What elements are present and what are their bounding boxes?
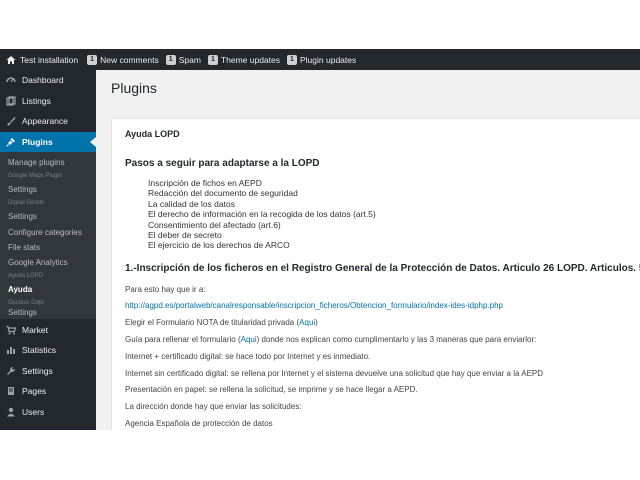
spam-label: Spam xyxy=(178,54,201,65)
sidebar-item-label: Market xyxy=(22,324,48,335)
sidebar-item-label: Plugins xyxy=(22,136,53,147)
sidebar-item-label: Pages xyxy=(22,386,47,397)
top-whitespace xyxy=(0,0,640,49)
submenu-ayuda[interactable]: Ayuda xyxy=(0,282,96,297)
paragraph: Internet + certificado digital: se hace … xyxy=(125,352,371,361)
paragraph: Internet sin certificado digital: se rel… xyxy=(125,369,544,378)
sidebar-item-label: Dashboard xyxy=(22,75,64,86)
sidebar-item-plugins[interactable]: Plugins xyxy=(0,131,96,152)
steps-title: Pasos a seguir para adaptarse a la LOPD xyxy=(125,158,320,169)
sidebar-item-label: Settings xyxy=(22,365,53,376)
submenu-heading: Osclass Gdpr xyxy=(8,300,45,307)
text: ) xyxy=(315,318,318,327)
list-item: La calidad de los datos xyxy=(148,198,235,209)
admin-bar: Test installation 1 New comments 1 Spam … xyxy=(0,49,640,70)
bar-chart-icon xyxy=(6,345,16,355)
wrench-icon xyxy=(6,366,16,376)
page-title: Plugins xyxy=(111,80,157,96)
plugin-icon xyxy=(6,137,16,147)
sidebar-item-dashboard[interactable]: Dashboard xyxy=(0,70,96,91)
count-badge: 1 xyxy=(165,54,176,65)
user-icon xyxy=(6,407,16,417)
aepd-url-link[interactable]: http://agpd.es/portalweb/canalresponsabl… xyxy=(125,301,503,310)
list-item: El derecho de información en la recogida… xyxy=(148,209,376,220)
plugins-submenu: Manage plugins Google Maps Plugin Settin… xyxy=(0,152,96,320)
paragraph: Para esto hay que ir a: xyxy=(125,285,206,294)
paragraph: Guía para rellenar el formulario (Aqui) … xyxy=(125,335,536,344)
plugin-updates-link[interactable]: 1 Plugin updates xyxy=(287,54,357,65)
text: ) donde nos explican como cumplimentarlo… xyxy=(256,335,537,344)
sidebar-item-settings[interactable]: Settings xyxy=(0,360,96,381)
sidebar-item-label: Users xyxy=(22,406,45,417)
main-content: Plugins Ayuda LOPD Pasos a seguir para a… xyxy=(96,70,640,430)
plugin-updates-label: Plugin updates xyxy=(300,54,357,65)
paragraph: Agencia Española de protección de datos xyxy=(125,419,273,428)
brush-icon xyxy=(6,116,16,126)
theme-updates-label: Theme updates xyxy=(220,54,280,65)
sidebar-item-appearance[interactable]: Appearance xyxy=(0,111,96,132)
count-badge: 1 xyxy=(87,54,98,65)
submenu-settings[interactable]: Settings xyxy=(0,209,96,224)
submenu-heading: Google Maps Plugin xyxy=(8,173,63,180)
listings-icon xyxy=(6,96,16,106)
cart-icon xyxy=(6,325,16,335)
new-comments-link[interactable]: 1 New comments xyxy=(87,54,159,65)
submenu-settings[interactable]: Settings xyxy=(0,182,96,197)
submenu-settings[interactable]: Settings xyxy=(0,309,96,317)
submenu-configure-categories[interactable]: Configure categories xyxy=(0,225,96,240)
list-item: Redacción del documento de seguridad xyxy=(148,188,298,199)
submenu-google-analytics[interactable]: Google Analytics xyxy=(0,255,96,270)
admin-bar-site-link[interactable]: Test installation xyxy=(6,55,78,65)
paragraph: Presentación en papel: se rellena la sol… xyxy=(125,385,418,394)
sidebar-item-label: Statistics xyxy=(22,345,57,356)
paragraph: La dirección donde hay que enviar las so… xyxy=(125,402,302,411)
steps-list: Inscripción de fichos en AEPD Redacción … xyxy=(148,178,376,251)
aqui-link[interactable]: Aqui xyxy=(241,335,257,344)
sidebar-item-label: Listings xyxy=(22,95,51,106)
theme-updates-link[interactable]: 1 Theme updates xyxy=(207,54,280,65)
home-icon xyxy=(6,55,16,65)
submenu-heading: Digital Goods xyxy=(8,200,45,207)
site-name: Test installation xyxy=(20,54,79,65)
pages-icon xyxy=(6,386,16,396)
count-badge: 1 xyxy=(207,54,218,65)
submenu-file-stats[interactable]: File stats xyxy=(0,240,96,255)
list-item: El ejercicio de los derechos de ARCO xyxy=(148,240,290,251)
dashboard-icon xyxy=(6,75,16,85)
list-item: Consentimiento del afectado (art.6) xyxy=(148,219,281,230)
sidebar-item-listings[interactable]: Listings xyxy=(0,91,96,112)
submenu-manage-plugins[interactable]: Manage plugins xyxy=(0,155,96,170)
admin-sidebar: Dashboard Listings Appearance Plugins Ma… xyxy=(0,70,96,430)
sidebar-item-statistics[interactable]: Statistics xyxy=(0,340,96,361)
help-panel: Ayuda LOPD Pasos a seguir para adaptarse… xyxy=(111,118,640,430)
sidebar-item-label: Appearance xyxy=(22,116,68,127)
sidebar-item-users[interactable]: Users xyxy=(0,401,96,422)
section-title: Ayuda LOPD xyxy=(125,129,180,139)
text: Elegir el Formulario NOTA de titularidad… xyxy=(125,318,300,327)
list-item: El deber de secreto xyxy=(148,230,222,241)
text: Guía para rellenar el formulario ( xyxy=(125,335,241,344)
paragraph: Elegir el Formulario NOTA de titularidad… xyxy=(125,318,318,327)
sidebar-item-pages[interactable]: Pages xyxy=(0,381,96,402)
section-heading: 1.-Inscripción de los ficheros en el Reg… xyxy=(125,263,640,274)
spam-link[interactable]: 1 Spam xyxy=(165,54,201,65)
count-badge: 1 xyxy=(287,54,297,65)
aqui-link[interactable]: Aqui xyxy=(299,318,315,327)
list-item: Inscripción de fichos en AEPD xyxy=(148,178,262,188)
submenu-heading: Ayuda LOPD xyxy=(8,273,43,280)
new-comments-label: New comments xyxy=(100,54,159,65)
sidebar-item-market[interactable]: Market xyxy=(0,319,96,340)
